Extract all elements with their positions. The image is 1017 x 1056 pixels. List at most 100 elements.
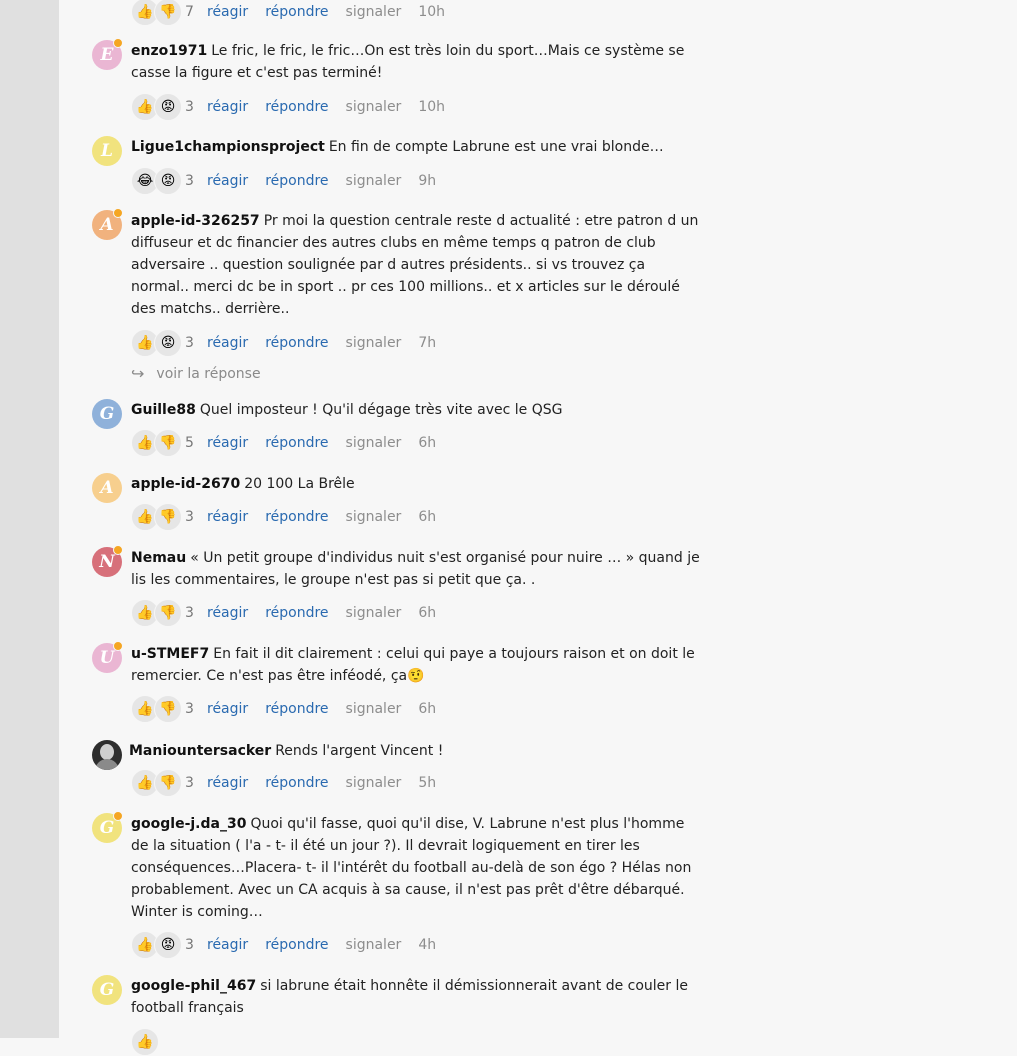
- reaction-summary[interactable]: 👍 😡: [131, 93, 185, 121]
- reaction-summary[interactable]: 😂 😡: [131, 167, 185, 195]
- reply-button[interactable]: répondre: [265, 99, 328, 115]
- avatar[interactable]: A: [92, 473, 122, 503]
- reply-button[interactable]: répondre: [265, 937, 328, 953]
- report-button[interactable]: signaler: [346, 4, 402, 20]
- reaction-summary[interactable]: 👍 👎: [131, 429, 185, 457]
- avatar[interactable]: [92, 740, 122, 770]
- reply-button[interactable]: répondre: [265, 605, 328, 621]
- comment-actions: 👍 😡 3 réagir répondre signaler 7h: [131, 329, 453, 357]
- reaction-count: 3: [185, 99, 194, 115]
- reply-button[interactable]: répondre: [265, 4, 328, 20]
- reaction-summary[interactable]: 👍 👎: [131, 503, 185, 531]
- see-replies-link[interactable]: ↪ voir la réponse: [131, 364, 261, 383]
- username[interactable]: google-phil_467: [131, 978, 256, 994]
- comment-body: Nemau « Un petit groupe d'individus nuit …: [131, 547, 701, 591]
- username[interactable]: google-j.da_30: [131, 816, 246, 832]
- reply-button[interactable]: répondre: [265, 435, 328, 451]
- comment-time: 6h: [418, 435, 437, 451]
- report-button[interactable]: signaler: [346, 937, 402, 953]
- username[interactable]: apple-id-326257: [131, 213, 260, 229]
- comment-text: En fait il dit clairement : celui qui pa…: [131, 646, 695, 684]
- avatar[interactable]: G: [92, 399, 122, 429]
- profile-photo-icon: [100, 744, 114, 760]
- online-indicator: [113, 545, 123, 555]
- thumbs-down-icon: 👎: [154, 0, 182, 26]
- reaction-summary[interactable]: 👍 😡: [131, 329, 185, 357]
- comment-actions: 👍 👎 3 réagir répondre signaler 6h: [131, 695, 453, 723]
- username[interactable]: apple-id-2670: [131, 476, 240, 492]
- report-button[interactable]: signaler: [346, 99, 402, 115]
- username[interactable]: enzo1971: [131, 43, 207, 59]
- comment-actions: 👍 👎 3 réagir répondre signaler 6h: [131, 599, 453, 627]
- avatar[interactable]: A: [92, 208, 123, 240]
- comment-body: google-phil_467 si labrune était honnête …: [131, 975, 701, 1019]
- report-button[interactable]: signaler: [346, 701, 402, 717]
- reaction-count: 3: [185, 335, 194, 351]
- comment-time: 6h: [418, 701, 437, 717]
- angry-face-icon: 😡: [154, 329, 182, 357]
- comment-text: Rends l'argent Vincent !: [275, 743, 444, 759]
- thumbs-down-icon: 👎: [154, 599, 182, 627]
- reply-button[interactable]: répondre: [265, 509, 328, 525]
- comment-time: 10h: [418, 99, 445, 115]
- react-button[interactable]: réagir: [207, 99, 248, 115]
- react-button[interactable]: réagir: [207, 701, 248, 717]
- report-button[interactable]: signaler: [346, 605, 402, 621]
- reaction-summary[interactable]: 👍 😡: [131, 931, 185, 959]
- reaction-count: 3: [185, 605, 194, 621]
- reply-button[interactable]: répondre: [265, 173, 328, 189]
- username[interactable]: Maniountersacker: [129, 743, 271, 759]
- reply-button[interactable]: répondre: [265, 701, 328, 717]
- report-button[interactable]: signaler: [346, 435, 402, 451]
- comment-actions: 👍 👎 5 réagir répondre signaler 6h: [131, 429, 453, 457]
- report-button[interactable]: signaler: [346, 173, 402, 189]
- react-button[interactable]: réagir: [207, 775, 248, 791]
- comment-body: Maniountersacker Rends l'argent Vincent !: [129, 740, 699, 762]
- comment-text: En fin de compte Labrune est une vrai bl…: [328, 139, 664, 155]
- avatar[interactable]: G: [92, 975, 122, 1005]
- reaction-summary[interactable]: 👍 👎: [131, 0, 185, 26]
- report-button[interactable]: signaler: [346, 509, 402, 525]
- comment-body: Ligue1championsproject En fin de compte L…: [131, 136, 701, 158]
- avatar[interactable]: G: [92, 811, 123, 843]
- react-button[interactable]: réagir: [207, 605, 248, 621]
- reaction-count: 3: [185, 937, 194, 953]
- react-button[interactable]: réagir: [207, 509, 248, 525]
- avatar[interactable]: U: [92, 641, 123, 673]
- reaction-count: 7: [185, 4, 194, 20]
- comment-actions: 👍 😡 3 réagir répondre signaler 10h: [131, 93, 462, 121]
- react-button[interactable]: réagir: [207, 335, 248, 351]
- online-indicator: [113, 641, 123, 651]
- reaction-summary[interactable]: 👍 👎: [131, 695, 185, 723]
- username[interactable]: u-STMEF7: [131, 646, 209, 662]
- reaction-summary[interactable]: 👍: [131, 1028, 185, 1056]
- comment-time: 4h: [418, 937, 437, 953]
- comment-time: 6h: [418, 605, 437, 621]
- reaction-summary[interactable]: 👍 👎: [131, 769, 185, 797]
- thumbs-down-icon: 👎: [154, 695, 182, 723]
- comment-body: enzo1971 Le fric, le fric, le fric…On est…: [131, 40, 701, 84]
- angry-face-icon: 😡: [154, 931, 182, 959]
- report-button[interactable]: signaler: [346, 775, 402, 791]
- reply-button[interactable]: répondre: [265, 775, 328, 791]
- thumbs-down-icon: 👎: [154, 429, 182, 457]
- angry-face-icon: 😡: [154, 167, 182, 195]
- avatar[interactable]: L: [92, 136, 122, 166]
- username[interactable]: Nemau: [131, 550, 186, 566]
- reply-button[interactable]: répondre: [265, 335, 328, 351]
- username[interactable]: Ligue1championsproject: [131, 139, 325, 155]
- username[interactable]: Guille88: [131, 402, 196, 418]
- react-button[interactable]: réagir: [207, 937, 248, 953]
- thumbs-down-icon: 👎: [154, 769, 182, 797]
- comment-body: google-j.da_30 Quoi qu'il fasse, quoi qu'…: [131, 813, 701, 923]
- comment-text: Le fric, le fric, le fric…On est très lo…: [131, 43, 685, 81]
- react-button[interactable]: réagir: [207, 173, 248, 189]
- react-button[interactable]: réagir: [207, 4, 248, 20]
- report-button[interactable]: signaler: [346, 335, 402, 351]
- avatar[interactable]: N: [92, 545, 123, 577]
- reaction-summary[interactable]: 👍 👎: [131, 599, 185, 627]
- react-button[interactable]: réagir: [207, 435, 248, 451]
- comment-feed: 👍 👎 7 réagir répondre signaler 10h E enz…: [92, 0, 704, 1056]
- avatar[interactable]: E: [92, 38, 123, 70]
- reaction-count: 5: [185, 435, 194, 451]
